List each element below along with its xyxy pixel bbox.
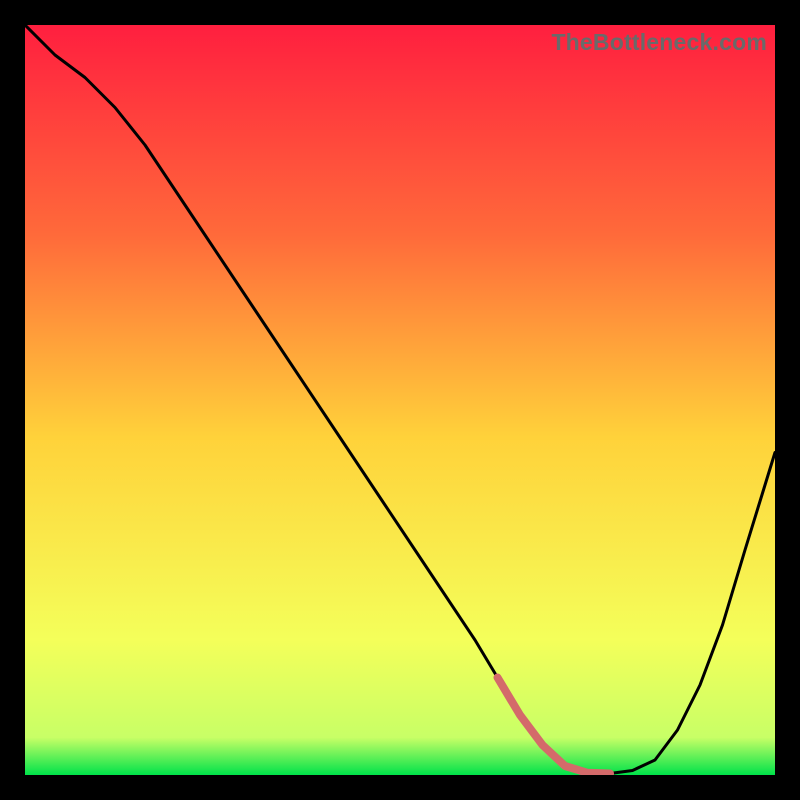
- chart-frame: TheBottleneck.com: [25, 25, 775, 775]
- watermark-label: TheBottleneck.com: [551, 29, 767, 56]
- chart-svg: [25, 25, 775, 775]
